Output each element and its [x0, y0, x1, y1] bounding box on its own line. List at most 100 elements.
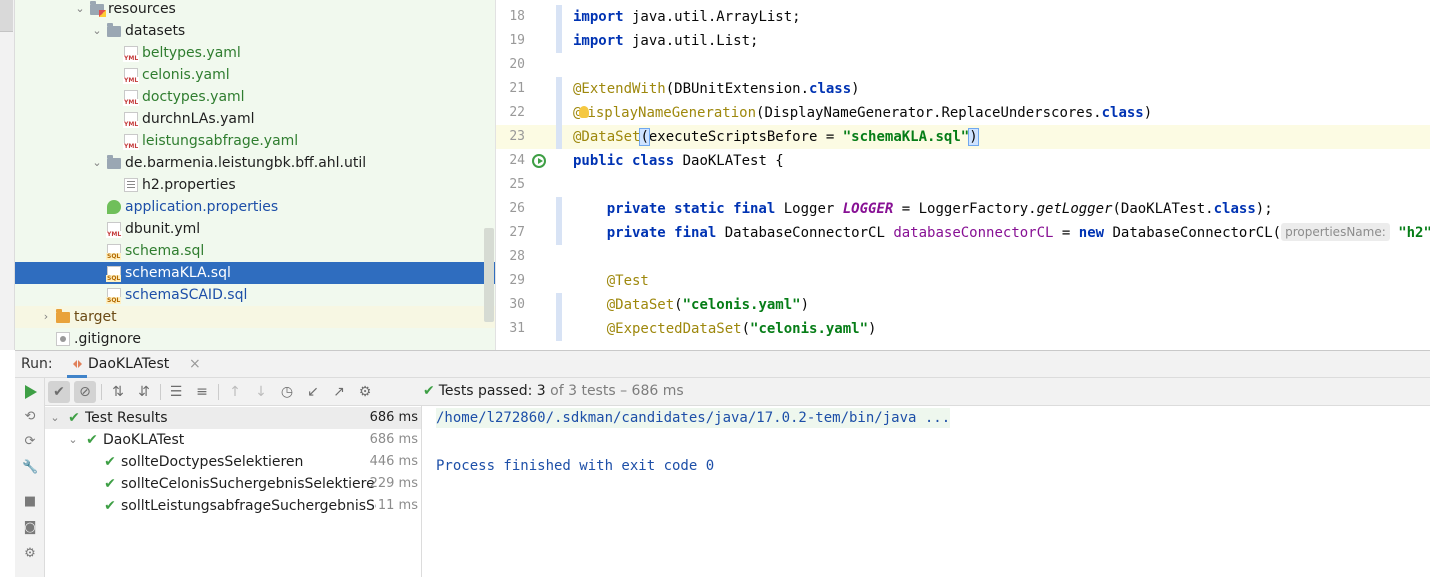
project-tool-tab[interactable]	[0, 0, 13, 32]
vcs-change-marker[interactable]	[556, 29, 562, 53]
toggle-auto-test-icon[interactable]: ⟳	[22, 434, 38, 450]
code-token: class	[1213, 201, 1256, 217]
tree-item[interactable]: doctypes.yaml	[15, 86, 495, 108]
vcs-change-marker[interactable]	[556, 101, 562, 125]
tree-item[interactable]: leistungsabfrage.yaml	[15, 130, 495, 152]
code-line[interactable]: 28	[496, 245, 1430, 269]
collapse-all-icon[interactable]: ≡	[191, 381, 213, 403]
tree-item[interactable]: schemaSCAID.sql	[15, 284, 495, 306]
chevron-down-icon[interactable]: ⌄	[67, 429, 79, 451]
tree-item[interactable]: ⌄ datasets	[15, 20, 495, 42]
chevron-down-icon[interactable]: ⌄	[91, 20, 103, 42]
code-line[interactable]: 18 import java.util.ArrayList;	[496, 5, 1430, 29]
yaml-file-icon	[123, 46, 140, 62]
history-icon[interactable]: ◷	[276, 381, 298, 403]
code-token: databaseConnectorCL	[893, 225, 1054, 241]
code-line[interactable]: 30 @DataSet("celonis.yaml")	[496, 293, 1430, 317]
close-icon[interactable]: ×	[189, 356, 201, 372]
sort-alphabetically-icon[interactable]: ⇅	[107, 381, 129, 403]
code-line[interactable]: 23 @DataSet(executeScriptsBefore = "schem…	[496, 125, 1430, 149]
tree-item[interactable]: ⌄ resources	[15, 0, 495, 20]
code-text: public class DaoKLATest {	[573, 149, 784, 173]
tree-item[interactable]: › target	[15, 306, 495, 328]
code-line[interactable]: 29 @Test	[496, 269, 1430, 293]
code-token: import	[573, 9, 624, 25]
chevron-down-icon[interactable]: ⌄	[74, 0, 86, 20]
settings-icon[interactable]: ⚙	[354, 381, 376, 403]
code-line[interactable]: 19 import java.util.List;	[496, 29, 1430, 53]
code-line[interactable]: 31 @ExpectedDataSet("celonis.yaml")	[496, 317, 1430, 341]
wrench-icon[interactable]: 🔧	[22, 460, 38, 476]
code-line[interactable]: 26 private static final Logger LOGGER = …	[496, 197, 1430, 221]
tree-item[interactable]: schema.sql	[15, 240, 495, 262]
tree-item[interactable]: celonis.yaml	[15, 64, 495, 86]
show-passed-icon[interactable]: ✔	[48, 381, 70, 403]
tree-item[interactable]: durchnLAs.yaml	[15, 108, 495, 130]
chevron-right-icon[interactable]: ›	[40, 306, 52, 328]
vcs-change-marker[interactable]	[556, 197, 562, 221]
tree-item[interactable]: beltypes.yaml	[15, 42, 495, 64]
code-token: (	[741, 321, 751, 337]
vcs-change-marker[interactable]	[556, 77, 562, 101]
test-result-row[interactable]: ✔ solltLeistungsabfrageSuchergebnisSelekt…	[45, 495, 421, 517]
code-token: @Test	[606, 273, 649, 289]
test-result-row[interactable]: ✔ sollteDoctypesSelektieren 446 ms	[45, 451, 421, 473]
code-line[interactable]: 22 @ isplayNameGeneration(DisplayNameGener…	[496, 101, 1430, 125]
export-tests-icon[interactable]: ↗	[328, 381, 350, 403]
tree-item[interactable]: application.properties	[15, 196, 495, 218]
vcs-change-marker[interactable]	[556, 125, 562, 149]
test-results-tree[interactable]: ⌄ ✔ Test Results 686 ms ⌄ ✔ DaoKLATest 686 ms ✔ s…	[45, 406, 422, 577]
vcs-change-marker[interactable]	[556, 5, 562, 29]
chevron-down-icon[interactable]: ⌄	[49, 407, 61, 429]
show-ignored-icon[interactable]: ⊘	[74, 381, 96, 403]
line-number: 18	[509, 9, 525, 24]
code-token: @ExpectedDataSet	[606, 321, 742, 337]
code-editor[interactable]: 18 import java.util.ArrayList; 19 import ja…	[495, 0, 1430, 350]
rerun-failed-icon[interactable]: ⟲	[22, 409, 38, 425]
tree-item[interactable]: ⌄ de.barmenia.leistungbk.bff.ahl.util	[15, 152, 495, 174]
tree-item[interactable]: .gitignore	[15, 328, 495, 350]
vcs-change-marker[interactable]	[556, 293, 562, 317]
tree-item[interactable]: h2.properties	[15, 174, 495, 196]
test-name: sollteCelonisSuchergebnisSelektieren	[121, 476, 376, 492]
code-token: import	[573, 33, 624, 49]
camera-icon[interactable]: ◙	[22, 520, 38, 536]
code-line[interactable]: 27 private final DatabaseConnectorCL dat…	[496, 221, 1430, 245]
code-token: DatabaseConnectorCL(	[1104, 225, 1282, 241]
run-test-icon[interactable]	[532, 154, 546, 168]
stop-icon[interactable]: ■	[22, 494, 38, 510]
vcs-change-marker[interactable]	[556, 317, 562, 341]
code-text: @ExpectedDataSet("celonis.yaml")	[573, 317, 877, 341]
code-line[interactable]: 25	[496, 173, 1430, 197]
code-line[interactable]: 24 public class DaoKLATest {	[496, 149, 1430, 173]
code-token: (DaoKLATest.	[1112, 201, 1214, 217]
console-output[interactable]: /home/l272860/.sdkman/candidates/java/17…	[422, 406, 1430, 577]
tree-item[interactable]: dbunit.yml	[15, 218, 495, 240]
sql-file-icon	[106, 244, 122, 260]
project-tree[interactable]: ⌄ resources ⌄ datasets beltypes.yaml celonis.…	[15, 0, 495, 350]
line-number: 21	[509, 81, 525, 96]
tree-item-label: beltypes.yaml	[142, 45, 241, 61]
chevron-down-icon[interactable]: ⌄	[91, 152, 103, 174]
test-result-row[interactable]: ⌄ ✔ DaoKLATest 686 ms	[45, 429, 421, 451]
previous-failed-icon[interactable]: ↑	[224, 381, 246, 403]
gear-icon[interactable]: ⚙	[22, 546, 38, 562]
rerun-icon[interactable]	[25, 385, 37, 399]
code-line[interactable]: 21 @ExtendWith(DBUnitExtension.class)	[496, 77, 1430, 101]
tree-item[interactable]: schemaKLA.sql	[15, 262, 495, 284]
console-command-line[interactable]: /home/l272860/.sdkman/candidates/java/17…	[436, 408, 951, 428]
tree-item-label: doctypes.yaml	[142, 89, 245, 105]
import-tests-icon[interactable]: ↙	[302, 381, 324, 403]
run-tab-daoklatest[interactable]: DaoKLATest ×	[67, 351, 201, 378]
code-line[interactable]: 20	[496, 53, 1430, 77]
next-failed-icon[interactable]: ↓	[250, 381, 272, 403]
code-token: (	[674, 297, 683, 313]
sort-by-duration-icon[interactable]: ⇵	[133, 381, 155, 403]
expand-all-icon[interactable]: ☰	[165, 381, 187, 403]
vcs-change-marker[interactable]	[556, 221, 562, 245]
project-tree-scrollbar[interactable]	[484, 228, 494, 322]
test-result-row[interactable]: ✔ sollteCelonisSuchergebnisSelektieren 229…	[45, 473, 421, 495]
test-results-root[interactable]: ⌄ ✔ Test Results 686 ms	[45, 407, 421, 429]
